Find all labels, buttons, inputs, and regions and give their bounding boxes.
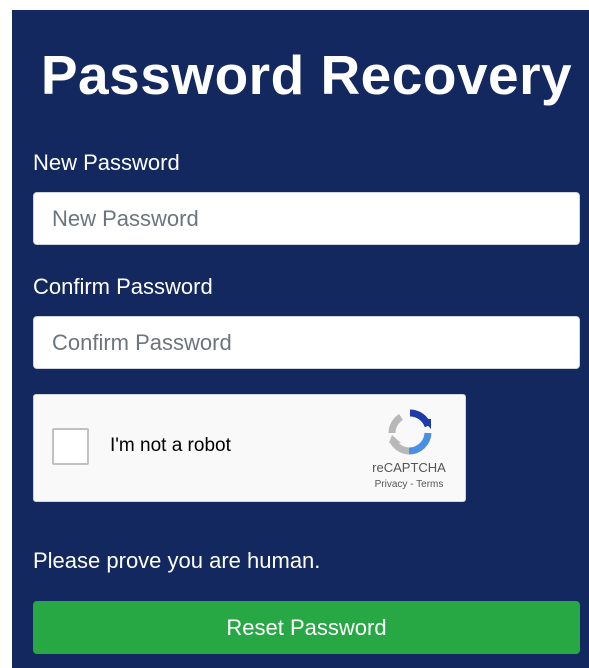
recaptcha-logo-icon [388, 409, 432, 455]
confirm-password-label: Confirm Password [33, 274, 213, 299]
recaptcha-checkbox-label: I'm not a robot [110, 435, 231, 456]
recaptcha-widget: I'm not a robot reCAPTCHA Privacy - Term… [33, 394, 466, 502]
recaptcha-privacy-link[interactable]: Privacy [375, 479, 408, 490]
reset-password-button[interactable]: Reset Password [33, 601, 580, 654]
recaptcha-checkbox[interactable] [52, 428, 89, 465]
recaptcha-links-separator: - [407, 479, 417, 490]
recaptcha-links: Privacy - Terms [354, 479, 464, 490]
page-title: Password Recovery [40, 44, 573, 106]
captcha-hint-text: Please prove you are human. [33, 548, 321, 573]
recaptcha-terms-link[interactable]: Terms [416, 479, 443, 490]
recaptcha-brand: reCAPTCHA [372, 460, 446, 475]
new-password-input[interactable] [33, 192, 580, 245]
password-recovery-panel: Password Recovery New Password Confirm P… [12, 10, 589, 668]
confirm-password-input[interactable] [33, 316, 580, 369]
new-password-label: New Password [33, 150, 180, 175]
